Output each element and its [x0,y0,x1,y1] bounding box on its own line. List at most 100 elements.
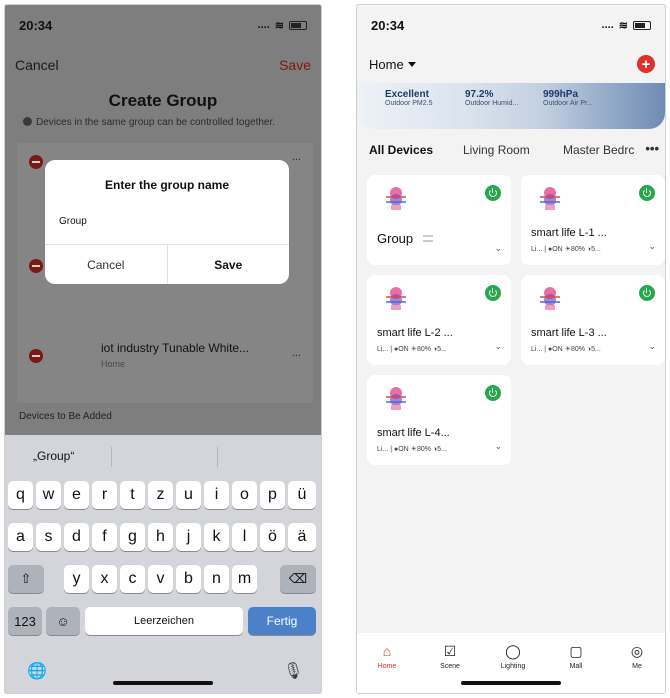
battery-icon [289,20,307,30]
key[interactable]: p [260,481,285,509]
remove-icon[interactable] [29,259,43,273]
key[interactable]: b [176,565,201,593]
dialog-cancel-button[interactable]: Cancel [45,245,167,284]
key[interactable]: a [8,523,33,551]
key[interactable]: g [120,523,145,551]
status-bar: 20:34 .... ≋ [5,5,321,45]
cancel-button[interactable]: Cancel [15,57,59,73]
key[interactable]: o [232,481,257,509]
dialog-save-button[interactable]: Save [166,245,290,284]
device-name: smart life L-3 ... [531,327,607,339]
shift-key[interactable]: ⇧ [8,565,44,593]
power-toggle[interactable] [639,185,655,201]
key[interactable]: l [232,523,257,551]
nav-me[interactable]: ◎ Me [612,643,662,670]
signal-icon: .... [257,19,270,31]
remove-icon[interactable] [29,155,43,169]
weather-value: 999hPa [543,89,579,100]
space-key[interactable]: Leerzeichen [85,607,243,635]
chevron-down-icon[interactable]: ⌄ [648,241,656,252]
info-label: Devices in the same group can be control… [36,117,276,128]
key[interactable]: u [176,481,201,509]
key[interactable]: t [120,481,145,509]
device-card[interactable]: smart life L-3 ... Li... | ●ON ☀80% ◑5..… [521,275,665,365]
key[interactable]: j [176,523,201,551]
nav-label: Home [377,663,397,670]
key[interactable]: e [64,481,89,509]
emoji-key[interactable]: ☺ [46,607,80,635]
more-tabs-icon[interactable]: ••• [645,141,659,156]
numbers-key[interactable]: 123 [8,607,42,635]
nav-home[interactable]: ⌂ Home [362,643,412,670]
chevron-down-icon[interactable]: ⌄ [648,341,656,352]
device-card[interactable]: smart life L-4... Li... | ●ON ☀80% ◑5...… [367,375,511,465]
power-toggle[interactable] [485,185,501,201]
nav-mall[interactable]: ▢ Mall [551,643,601,670]
key[interactable]: h [148,523,173,551]
dialog-title: Enter the group name [104,178,229,192]
key[interactable]: ö [260,523,285,551]
top-bar: Cancel Save [5,53,321,79]
key[interactable]: d [64,523,89,551]
key[interactable]: f [92,523,117,551]
key[interactable]: z [148,481,173,509]
device-card[interactable]: smart life L-2 ... Li... | ●ON ☀80% ◑5..… [367,275,511,365]
suggestion[interactable]: „Group“ [33,449,74,463]
battery-icon [633,20,651,30]
key[interactable]: x [92,565,117,593]
nav-scene[interactable]: ☑ Scene [425,643,475,670]
device-status: Li... | ●ON ☀80% ◑5... [531,246,601,253]
chevron-down-icon[interactable]: ⌄ [494,341,502,352]
backspace-key[interactable]: ⌫ [280,565,316,593]
done-key[interactable]: Fertig [248,607,316,635]
key[interactable]: m [232,565,257,593]
key[interactable]: n [204,565,229,593]
device-status: Li... | ●ON ☀80% ◑5... [377,346,447,353]
add-device-button[interactable]: + [637,55,655,73]
device-card[interactable]: smart life L-1 ... Li... | ●ON ☀80% ◑5..… [521,175,665,265]
key[interactable]: ä [288,523,316,551]
bulb-icon [386,287,406,310]
chevron-down-icon[interactable]: ⌄ [494,243,502,254]
weather-pm25: Excellent Outdoor PM2.5 [385,89,432,107]
key[interactable]: s [36,523,61,551]
group-name-input[interactable] [59,210,275,232]
device-card-group[interactable]: Group ⌄ [367,175,511,265]
key[interactable]: v [148,565,173,593]
chevron-down-icon[interactable]: ⌄ [494,441,502,452]
remove-icon[interactable] [29,349,43,363]
key[interactable]: k [204,523,229,551]
bulb-icon [540,187,560,210]
save-button[interactable]: Save [279,57,311,73]
key[interactable]: w [36,481,61,509]
key[interactable]: y [64,565,89,593]
weather-label: Outdoor Air Pr... [543,100,593,107]
key[interactable]: q [8,481,33,509]
power-toggle[interactable] [639,285,655,301]
row-more: ... [291,347,301,359]
drag-handle-icon [423,235,433,242]
nav-label: Scene [440,663,460,670]
key[interactable]: r [92,481,117,509]
power-toggle[interactable] [485,385,501,401]
nav-lighting[interactable]: ◯ Lighting [488,643,538,670]
tab-all-devices[interactable]: All Devices [369,143,433,157]
key[interactable]: c [120,565,145,593]
group-name-dialog: Enter the group name Cancel Save [45,160,289,284]
microphone-icon[interactable]: 🎙 [283,661,303,681]
key[interactable]: ü [288,481,316,509]
status-icons: .... ≋ [602,19,651,32]
globe-icon[interactable]: 🌐 [27,661,47,681]
weather-value: 97.2% [465,89,494,100]
wifi-icon: ≋ [618,19,628,32]
device-status: Li... | ●ON ☀80% ◑5... [531,346,601,353]
home-selector[interactable]: Home [369,57,416,72]
nav-label: Lighting [500,663,526,670]
list-item: iot industry Tunable White... Home ... [17,339,313,379]
power-toggle[interactable] [485,285,501,301]
tab-living-room[interactable]: Living Room [463,143,530,157]
info-text: Devices in the same group can be control… [23,117,315,128]
devices-to-add-label: Devices to Be Added [19,411,112,422]
tab-master-bedroom[interactable]: Master Bedrc [563,143,634,157]
key[interactable]: i [204,481,229,509]
